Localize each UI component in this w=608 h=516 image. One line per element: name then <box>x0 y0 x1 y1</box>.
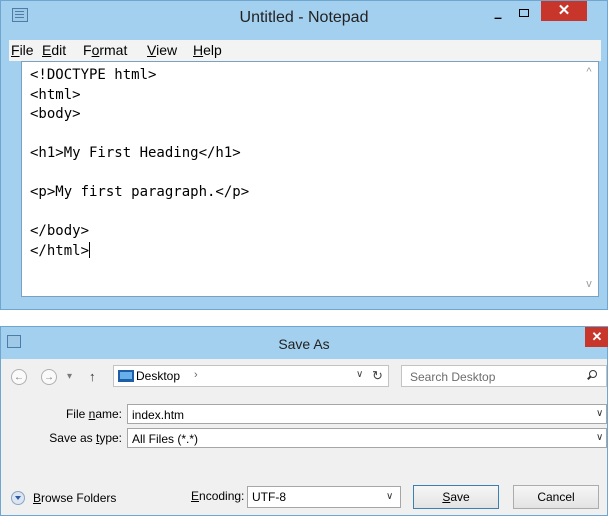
save-type-value: All Files (*.*) <box>132 432 199 446</box>
encoding-select[interactable]: UTF-8 ∨ <box>247 486 401 508</box>
save-type-label: Save as type: <box>49 431 122 445</box>
save-button[interactable]: Save <box>413 485 499 509</box>
file-name-value: index.htm <box>132 408 185 422</box>
editor-content: <!DOCTYPE html> <html> <body> <h1>My Fir… <box>30 67 250 259</box>
text-caret <box>89 241 91 258</box>
address-bar[interactable]: Desktop › ∨ ↻ <box>113 365 389 387</box>
breadcrumb-arrow-icon[interactable]: › <box>194 369 198 381</box>
forward-button[interactable]: → <box>41 369 57 385</box>
search-icon[interactable] <box>586 370 597 380</box>
history-dropdown-icon[interactable]: ▾ <box>67 371 72 382</box>
save-type-dropdown-icon[interactable]: ∨ <box>596 432 603 443</box>
breadcrumb-desktop[interactable]: Desktop <box>136 369 180 383</box>
encoding-dropdown-icon[interactable]: ∨ <box>386 491 393 502</box>
browse-folders-button[interactable]: Browse Folders <box>33 491 116 505</box>
save-as-dialog: Save As ✕ ← → ▾ ↑ Desktop › ∨ ↻ Search D… <box>0 326 608 516</box>
notepad-titlebar[interactable]: Untitled - Notepad – ✕ <box>1 1 607 35</box>
menu-bar: File Edit Format View Help <box>9 40 601 61</box>
chevron-down-icon[interactable] <box>11 491 25 505</box>
dialog-title: Save As <box>278 336 330 352</box>
cancel-button[interactable]: Cancel <box>513 485 599 509</box>
save-type-select[interactable]: All Files (*.*) ∨ <box>127 428 607 448</box>
back-button[interactable]: ← <box>11 369 27 385</box>
file-name-label: File name: <box>65 407 122 421</box>
encoding-label: Encoding: <box>191 489 245 503</box>
file-name-field[interactable]: index.htm ∨ <box>127 404 607 424</box>
notepad-window: Untitled - Notepad – ✕ File Edit Format … <box>0 0 608 310</box>
scroll-down-icon[interactable]: v <box>579 278 599 290</box>
close-button[interactable]: ✕ <box>541 1 587 21</box>
encoding-value: UTF-8 <box>252 490 286 504</box>
scroll-up-icon[interactable]: ^ <box>579 66 599 78</box>
search-placeholder: Search Desktop <box>410 370 496 384</box>
dialog-body: ← → ▾ ↑ Desktop › ∨ ↻ Search Desktop Fil… <box>1 359 607 515</box>
file-name-dropdown-icon[interactable]: ∨ <box>596 408 603 419</box>
minimize-button[interactable]: – <box>488 9 508 25</box>
menu-file[interactable]: File <box>11 42 34 58</box>
desktop-folder-icon <box>118 370 134 382</box>
menu-help[interactable]: Help <box>193 42 222 58</box>
up-folder-button[interactable]: ↑ <box>89 369 96 384</box>
menu-format[interactable]: Format <box>83 42 127 58</box>
search-input[interactable]: Search Desktop <box>401 365 607 387</box>
vertical-scrollbar[interactable]: ^ v <box>579 62 599 296</box>
maximize-button[interactable] <box>515 5 533 21</box>
menu-edit[interactable]: Edit <box>42 42 66 58</box>
refresh-icon[interactable]: ↻ <box>372 368 383 384</box>
text-editor[interactable]: <!DOCTYPE html> <html> <body> <h1>My Fir… <box>21 61 599 297</box>
dialog-close-button[interactable]: ✕ <box>585 327 608 347</box>
address-dropdown-icon[interactable]: ∨ <box>356 369 363 380</box>
menu-view[interactable]: View <box>147 42 177 58</box>
